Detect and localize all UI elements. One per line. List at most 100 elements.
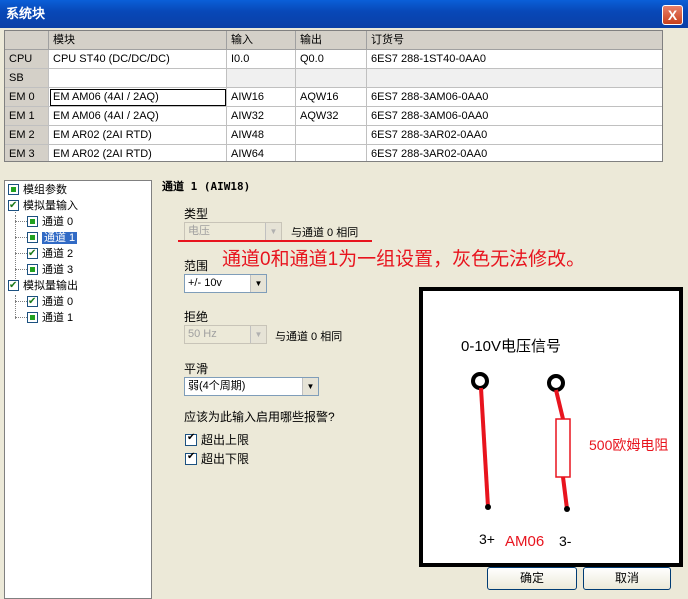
input-cell [227, 69, 296, 88]
chevron-down-icon[interactable]: ▼ [302, 378, 318, 395]
input-cell: AIW16 [227, 88, 296, 107]
checkbox-icon[interactable] [27, 294, 38, 309]
wiring-drawing [471, 372, 571, 512]
tree-item-module-params[interactable]: 模组参数 [8, 183, 67, 199]
header-input[interactable]: 输入 [227, 31, 296, 50]
table-row[interactable]: EM 3 EM AR02 (2AI RTD) AIW64 6ES7 288-3A… [5, 145, 662, 161]
input-cell: AIW64 [227, 145, 296, 161]
input-cell: I0.0 [227, 50, 296, 69]
tree-item-analog-output[interactable]: 模拟量输出 [8, 278, 78, 295]
header-output[interactable]: 输出 [296, 31, 367, 50]
tree-item-input-channel-3[interactable]: 通道 3 [27, 263, 73, 279]
checkbox-checked-icon[interactable] [185, 432, 197, 446]
checkbox-icon[interactable] [27, 312, 38, 323]
tree-item-input-channel-2[interactable]: 通道 2 [27, 246, 74, 263]
checkbox-icon[interactable] [8, 198, 19, 213]
module-cell[interactable]: EM AR02 (2AI RTD) [49, 126, 227, 145]
tree-item-input-channel-0[interactable]: 通道 0 [27, 215, 73, 231]
module-table: 模块 输入 输出 订货号 CPU CPU ST40 (DC/DC/DC) I0.… [4, 30, 663, 162]
channel-title: 通道 1 (AIW18) [162, 180, 251, 193]
annotation-note: 通道0和通道1为一组设置，灰色无法修改。 [222, 249, 586, 270]
tree-item-output-channel-0[interactable]: 通道 0 [27, 294, 74, 311]
connection-point [564, 506, 570, 512]
alarm-upper-option[interactable]: 超出上限 [185, 431, 249, 448]
order-cell: 6ES7 288-3AM06-0AA0 [367, 107, 662, 126]
alarm-lower-label: 超出下限 [201, 452, 250, 466]
tree-item-input-channel-1[interactable]: 通道 1 [27, 231, 78, 247]
slot-cell: EM 1 [5, 107, 49, 126]
tree-item-label: 模组参数 [23, 184, 67, 196]
order-cell: 6ES7 288-1ST40-0AA0 [367, 50, 662, 69]
module-label: AM06 [505, 533, 545, 550]
order-cell: 6ES7 288-3AR02-0AA0 [367, 145, 662, 161]
config-tree: 模组参数 模拟量输入 通道 0 通道 1 通道 2 通道 3 模拟量输出 通道 … [4, 180, 152, 599]
close-button[interactable]: X [662, 5, 683, 25]
same-as-channel0-type: 与通道 0 相同 [291, 227, 359, 239]
reject-label: 拒绝 [184, 310, 209, 324]
resistor-icon [555, 418, 571, 478]
order-cell [367, 69, 662, 88]
smooth-label: 平滑 [184, 362, 209, 376]
module-cell[interactable]: CPU ST40 (DC/DC/DC) [49, 50, 227, 69]
tree-item-label: 通道 0 [42, 296, 74, 308]
tree-item-label: 通道 2 [42, 248, 74, 260]
chevron-down-icon[interactable]: ▼ [250, 275, 266, 292]
tree-item-output-channel-1[interactable]: 通道 1 [27, 311, 73, 327]
wire-minus-lower [561, 476, 569, 510]
type-select-value: 电压 [188, 225, 210, 237]
range-label: 范围 [184, 259, 209, 273]
checkbox-icon[interactable] [8, 278, 19, 293]
range-select-value: +/- 10v [188, 277, 222, 289]
smooth-select[interactable]: 弱(4个周期) ▼ [184, 377, 319, 396]
output-cell [296, 69, 367, 88]
tree-item-label: 模拟量输出 [23, 280, 78, 292]
table-header: 模块 输入 输出 订货号 [5, 31, 662, 50]
alarm-lower-option[interactable]: 超出下限 [185, 450, 249, 467]
table-row[interactable]: CPU CPU ST40 (DC/DC/DC) I0.0 Q0.0 6ES7 2… [5, 50, 662, 69]
type-select: 电压 ▼ [184, 222, 282, 241]
checkbox-icon[interactable] [27, 216, 38, 227]
slot-cell: EM 3 [5, 145, 49, 161]
module-cell[interactable] [49, 69, 227, 88]
tree-item-label: 通道 0 [42, 216, 74, 228]
output-cell: Q0.0 [296, 50, 367, 69]
window-title: 系统块 [6, 6, 46, 21]
cancel-button[interactable]: 取消 [583, 567, 671, 590]
checkbox-icon[interactable] [27, 232, 38, 243]
table-row[interactable]: EM 0 EM AM06 (4AI / 2AQ) AIW16 AQW16 6ES… [5, 88, 662, 107]
output-cell: AQW32 [296, 107, 367, 126]
ok-button[interactable]: 确定 [487, 567, 577, 590]
tree-item-label: 模拟量输入 [23, 200, 78, 212]
tree-item-label: 通道 3 [42, 264, 74, 276]
connection-point [485, 504, 491, 510]
smooth-select-value: 弱(4个周期) [188, 380, 246, 392]
module-cell[interactable]: EM AR02 (2AI RTD) [49, 145, 227, 161]
slot-cell: CPU [5, 50, 49, 69]
header-slot [5, 31, 49, 50]
header-order[interactable]: 订货号 [367, 31, 662, 50]
table-row[interactable]: EM 1 EM AM06 (4AI / 2AQ) AIW32 AQW32 6ES… [5, 107, 662, 126]
terminal-plus-icon [471, 372, 489, 390]
output-cell [296, 126, 367, 145]
checkbox-icon[interactable] [8, 184, 19, 195]
wire-plus [479, 387, 490, 508]
tree-item-label-selected: 通道 1 [42, 232, 78, 244]
tree-item-analog-input[interactable]: 模拟量输入 [8, 198, 78, 215]
table-row[interactable]: SB [5, 69, 662, 88]
slot-cell: EM 2 [5, 126, 49, 145]
alarm-upper-label: 超出上限 [201, 433, 250, 447]
tree-item-label: 通道 1 [42, 312, 74, 324]
table-row[interactable]: EM 2 EM AR02 (2AI RTD) AIW48 6ES7 288-3A… [5, 126, 662, 145]
module-cell[interactable]: EM AM06 (4AI / 2AQ) [49, 107, 227, 126]
checkbox-icon[interactable] [27, 246, 38, 261]
same-as-channel0-reject: 与通道 0 相同 [275, 331, 343, 343]
wiring-diagram: 0-10V电压信号 500欧姆电阻 3+ AM06 3- [419, 287, 683, 567]
checkbox-checked-icon[interactable] [185, 451, 197, 465]
module-cell-selected[interactable]: EM AM06 (4AI / 2AQ) [49, 88, 227, 107]
terminal-minus-label: 3- [559, 533, 572, 549]
header-module[interactable]: 模块 [49, 31, 227, 50]
title-bar: 系统块 X [0, 0, 688, 28]
output-cell: AQW16 [296, 88, 367, 107]
checkbox-icon[interactable] [27, 264, 38, 275]
range-select[interactable]: +/- 10v ▼ [184, 274, 267, 293]
